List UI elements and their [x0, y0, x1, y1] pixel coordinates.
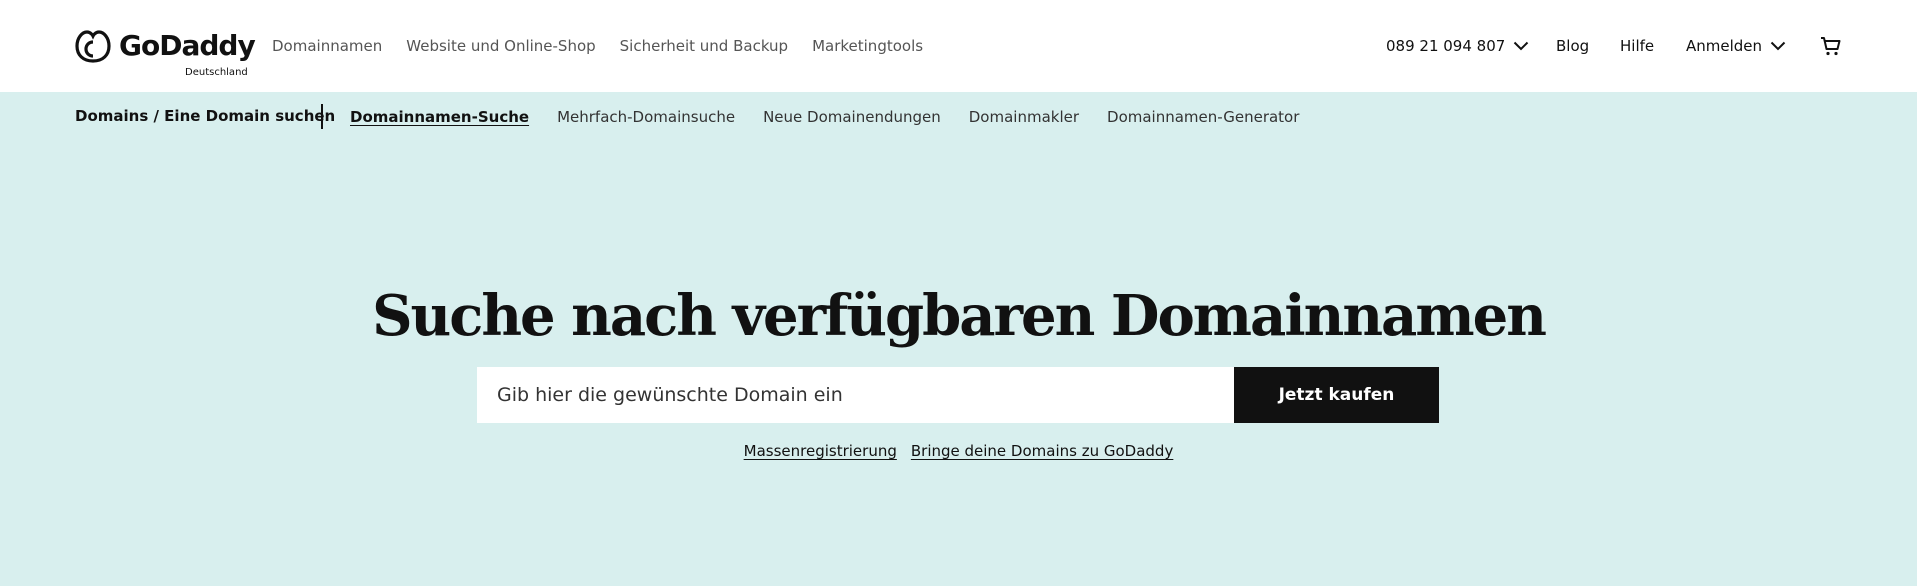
- chevron-down-icon: [1770, 41, 1786, 51]
- sub-nav: Domains / Eine Domain suchen Domainnamen…: [0, 92, 1917, 140]
- transfer-domains-link[interactable]: Bringe deine Domains zu GoDaddy: [911, 440, 1173, 462]
- domain-search-form: Jetzt kaufen: [477, 367, 1439, 423]
- godaddy-logo[interactable]: GoDaddy Deutschland: [74, 26, 256, 80]
- subnav-item-neue-domainendungen[interactable]: Neue Domainendungen: [763, 105, 941, 129]
- hero-links: Massenregistrierung Bringe deine Domains…: [0, 440, 1917, 462]
- cart-icon: [1821, 37, 1841, 56]
- nav-item-website-shop[interactable]: Website und Online-Shop: [406, 34, 595, 58]
- chevron-down-icon: [1514, 41, 1529, 51]
- godaddy-logo-icon: [75, 30, 111, 63]
- nav-item-marketingtools[interactable]: Marketingtools: [812, 34, 923, 58]
- main-nav: Domainnamen Website und Online-Shop Sich…: [272, 34, 923, 58]
- top-header: GoDaddy Deutschland Domainnamen Website …: [0, 0, 1917, 92]
- help-label: Hilfe: [1620, 37, 1655, 55]
- bulk-registration-link[interactable]: Massenregistrierung: [744, 440, 897, 462]
- signin-label: Anmelden: [1686, 37, 1763, 55]
- breadcrumb[interactable]: Domains / Eine Domain suchen: [75, 104, 335, 128]
- subnav-item-mehrfach-domainsuche[interactable]: Mehrfach-Domainsuche: [557, 105, 735, 129]
- help-link[interactable]: Hilfe: [1620, 34, 1654, 58]
- phone-menu[interactable]: 089 21 094 807: [1386, 34, 1529, 58]
- blog-label: Blog: [1556, 37, 1590, 55]
- subnav-item-domainnamen-generator[interactable]: Domainnamen-Generator: [1107, 105, 1299, 129]
- domain-search-input[interactable]: [477, 367, 1234, 423]
- signin-menu[interactable]: Anmelden: [1686, 34, 1786, 58]
- blog-link[interactable]: Blog: [1556, 34, 1589, 58]
- subnav-item-domainnamen-suche[interactable]: Domainnamen-Suche: [350, 105, 529, 129]
- page-title: Suche nach verfügbaren Domainnamen: [372, 283, 1547, 349]
- nav-item-domainnamen[interactable]: Domainnamen: [272, 34, 382, 58]
- logo-wordmark: GoDaddy: [119, 29, 256, 62]
- subnav-item-domainmakler[interactable]: Domainmakler: [969, 105, 1079, 129]
- logo-region: Deutschland: [185, 67, 248, 78]
- nav-item-sicherheit-backup[interactable]: Sicherheit und Backup: [620, 34, 788, 58]
- phone-number: 089 21 094 807: [1386, 37, 1506, 55]
- subnav-divider: [321, 104, 323, 129]
- subnav-links: Domainnamen-Suche Mehrfach-Domainsuche N…: [350, 105, 1299, 129]
- buy-now-button[interactable]: Jetzt kaufen: [1234, 367, 1439, 423]
- cart-button[interactable]: [1819, 34, 1843, 58]
